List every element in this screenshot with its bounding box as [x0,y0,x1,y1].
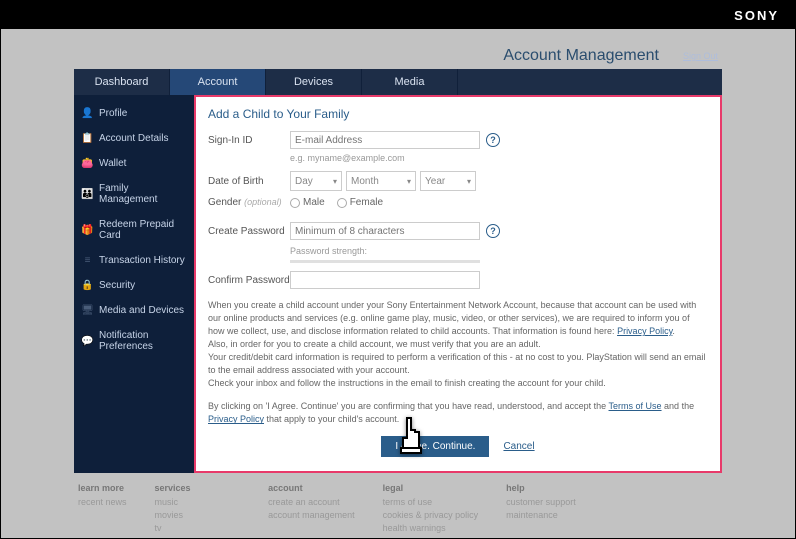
sidebar-item-media-devices[interactable]: 🖥 Media and Devices [74,298,194,323]
sidebar-item-label: Profile [99,108,127,119]
day-select[interactable]: Day [290,171,342,191]
confirm-input[interactable] [290,271,480,289]
male-radio[interactable]: Male [290,197,325,208]
wallet-icon: 👛 [82,158,93,169]
password-input[interactable] [290,222,480,240]
panel-title: Add a Child to Your Family [208,107,708,121]
female-radio[interactable]: Female [337,197,383,208]
help-icon[interactable]: ? [486,133,500,147]
footer-col-learn: learn more recent news [78,483,127,539]
tab-dashboard[interactable]: Dashboard [74,69,170,95]
footer-link[interactable]: recent news [78,497,127,507]
footer-link[interactable]: tv [155,523,241,533]
footer-col-services: services music movies tv games PlayMemor… [155,483,241,539]
signin-label: Sign-In ID [208,135,290,146]
sidebar-item-label: Wallet [99,158,126,169]
footer: learn more recent news services music mo… [74,473,722,539]
footer-link[interactable]: create an account [268,497,355,507]
sidebar-item-profile[interactable]: 👤 Profile [74,101,194,126]
sidebar-item-transactions[interactable]: ≡ Transaction History [74,248,194,273]
tabs: Dashboard Account Devices Media [74,69,722,95]
family-icon: 👪 [82,189,93,200]
footer-col-account: account create an account account manage… [268,483,355,539]
tab-devices[interactable]: Devices [266,69,362,95]
password-label: Create Password [208,226,290,237]
password-strength-label: Password strength: [290,246,708,256]
year-select[interactable]: Year [420,171,476,191]
page: Account Management Sign Out Dashboard Ac… [74,41,722,539]
sidebar: 👤 Profile 📋 Account Details 👛 Wallet 👪 Famil… [74,95,194,473]
sidebar-item-wallet[interactable]: 👛 Wallet [74,151,194,176]
footer-link[interactable]: terms of use [383,497,479,507]
dob-label: Date of Birth [208,176,290,187]
details-icon: 📋 [82,133,93,144]
gift-icon: 🎁 [82,225,93,236]
sidebar-item-label: Account Details [99,133,168,144]
tab-account[interactable]: Account [170,69,266,95]
sidebar-item-label: Notification Preferences [99,330,186,352]
footer-link[interactable]: movies [155,510,241,520]
sidebar-item-label: Media and Devices [99,305,184,316]
tab-media[interactable]: Media [362,69,458,95]
lock-icon: 🔒 [82,280,93,291]
footer-col-legal: legal terms of use cookies & privacy pol… [383,483,479,539]
sidebar-item-label: Transaction History [99,255,185,266]
page-title: Account Management [503,47,659,65]
footer-link[interactable]: health warnings [383,523,479,533]
cancel-link[interactable]: Cancel [503,441,534,452]
sidebar-item-label: Security [99,280,135,291]
main-panel: Add a Child to Your Family Sign-In ID ? … [194,95,722,473]
sidebar-item-family[interactable]: 👪 Family Management [74,176,194,212]
body: 👤 Profile 📋 Account Details 👛 Wallet 👪 Famil… [74,95,722,473]
sidebar-item-account-details[interactable]: 📋 Account Details [74,126,194,151]
radio-icon [337,198,347,208]
list-icon: ≡ [82,255,93,266]
privacy-policy-link[interactable]: Privacy Policy [617,326,672,336]
topbar: SONY [1,1,795,29]
sign-out-link[interactable]: Sign Out [683,51,718,61]
footer-link[interactable]: cookies & privacy policy [383,510,479,520]
agree-continue-button[interactable]: I Agree. Continue. [381,436,489,457]
sidebar-item-label: Family Management [99,183,186,205]
radio-icon [290,198,300,208]
screen-icon: 🖥 [82,305,93,316]
sony-logo: SONY [734,8,779,23]
privacy-policy-link-2[interactable]: Privacy Policy [208,414,264,424]
footer-link[interactable]: music [155,497,241,507]
email-hint: e.g. myname@example.com [290,153,708,163]
sidebar-item-security[interactable]: 🔒 Security [74,273,194,298]
password-strength-bar [290,260,480,263]
app-frame: SONY Account Management Sign Out Dashboa… [0,0,796,539]
email-input[interactable] [290,131,480,149]
sidebar-item-label: Redeem Prepaid Card [99,219,186,241]
confirm-label: Confirm Password [208,275,290,286]
profile-icon: 👤 [82,108,93,119]
header: Account Management Sign Out [74,41,722,69]
terms-of-use-link[interactable]: Terms of Use [609,401,662,411]
container: Dashboard Account Devices Media 👤 Profile… [74,69,722,473]
footer-col-help: help customer support maintenance [506,483,576,539]
gender-label: Gender (optional) [208,197,290,208]
disclaimer-2: By clicking on 'I Agree. Continue' you a… [208,400,708,426]
sidebar-item-notifications[interactable]: 💬 Notification Preferences [74,323,194,359]
chat-icon: 💬 [82,336,93,347]
sidebar-item-redeem[interactable]: 🎁 Redeem Prepaid Card [74,212,194,248]
help-icon[interactable]: ? [486,224,500,238]
month-select[interactable]: Month [346,171,416,191]
disclaimer: When you create a child account under yo… [208,299,708,390]
footer-link[interactable]: account management [268,510,355,520]
footer-link[interactable]: customer support [506,497,576,507]
footer-link[interactable]: maintenance [506,510,576,520]
